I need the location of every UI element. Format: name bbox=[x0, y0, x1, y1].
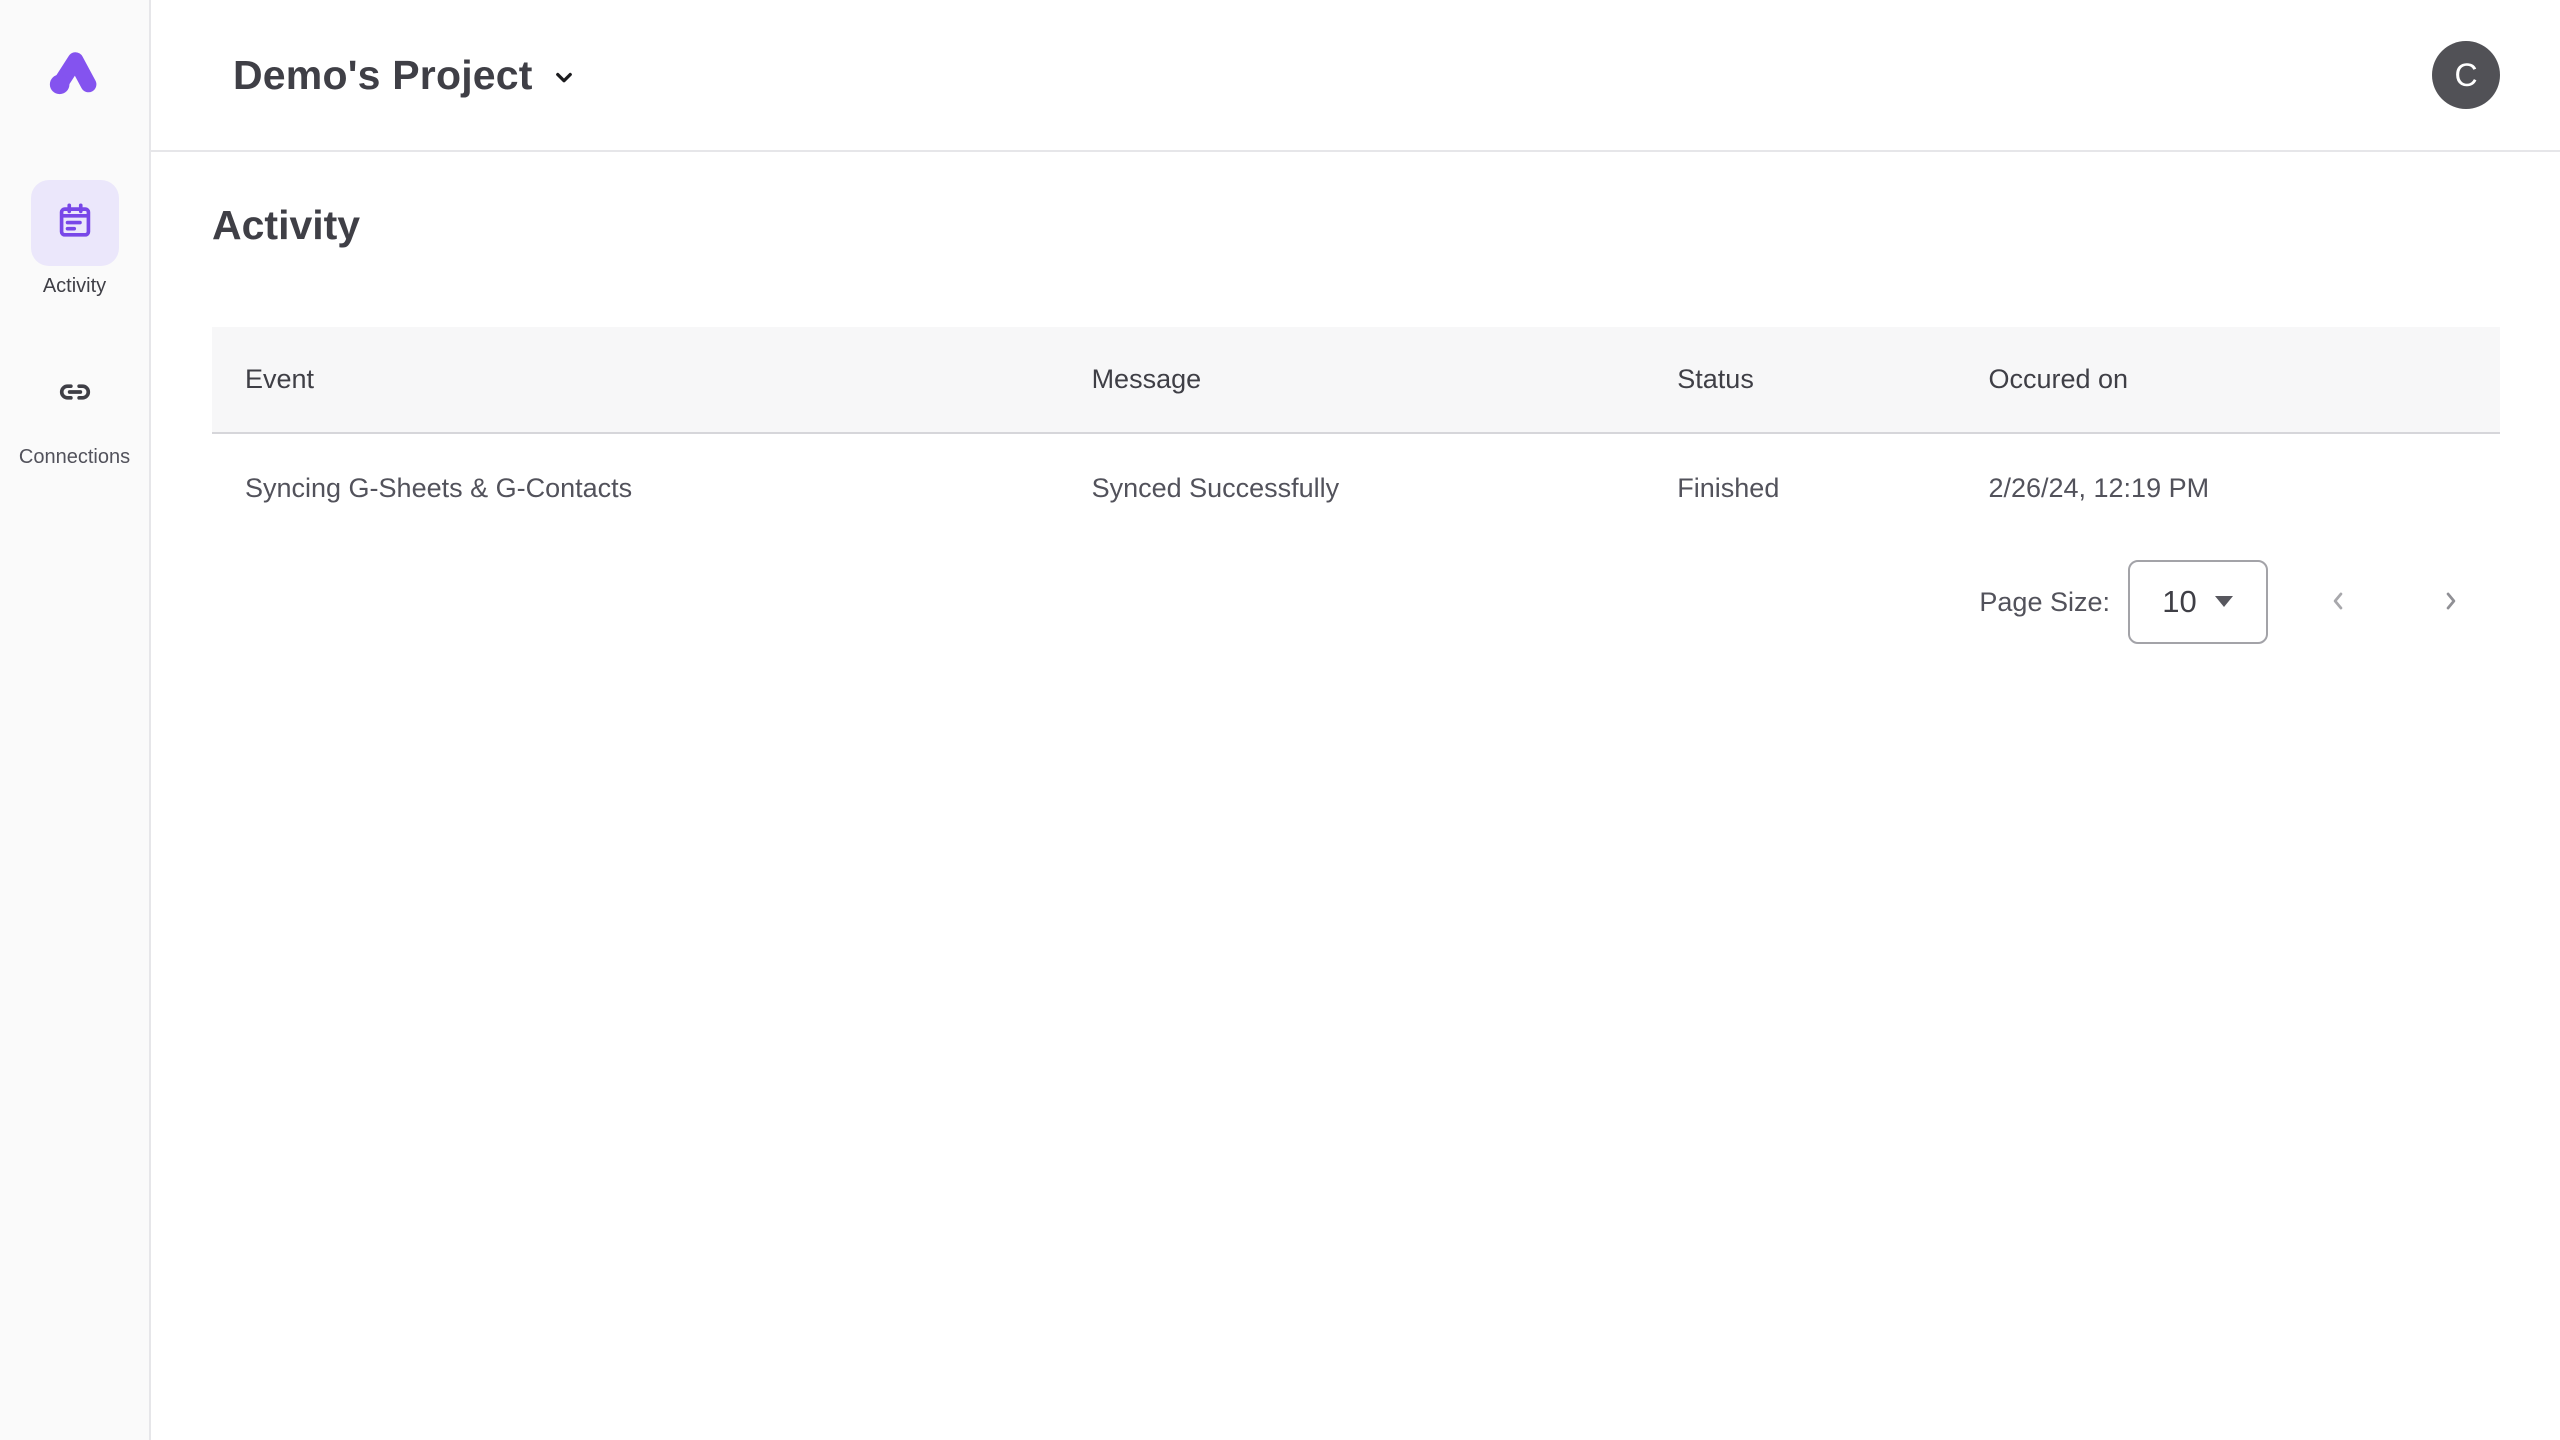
sidebar: Activity Connections bbox=[0, 0, 151, 1440]
column-header-message: Message bbox=[1059, 327, 1645, 433]
page-size-value: 10 bbox=[2162, 584, 2196, 620]
page-title: Activity bbox=[212, 202, 2500, 249]
chevron-down-icon bbox=[549, 62, 579, 97]
table-row: Syncing G-Sheets & G-Contacts Synced Suc… bbox=[212, 433, 2500, 543]
sidebar-item-activity[interactable]: Activity bbox=[31, 180, 119, 298]
avatar-initial: C bbox=[2454, 57, 2477, 94]
link-icon bbox=[56, 373, 94, 416]
connections-tile bbox=[31, 351, 119, 437]
user-avatar[interactable]: C bbox=[2432, 41, 2500, 109]
calendar-icon bbox=[52, 198, 98, 249]
project-title: Demo's Project bbox=[233, 52, 533, 99]
previous-page-button[interactable] bbox=[2314, 578, 2362, 626]
caret-down-icon bbox=[2214, 595, 2234, 613]
app-root: Activity Connections De bbox=[0, 0, 2560, 1440]
activity-tile bbox=[31, 180, 119, 266]
top-header: Demo's Project C bbox=[151, 0, 2560, 152]
page-size-label: Page Size: bbox=[1979, 587, 2110, 618]
pagination-bar: Page Size: 10 bbox=[212, 559, 2500, 645]
cell-message: Synced Successfully bbox=[1059, 433, 1645, 543]
sidebar-item-label: Connections bbox=[19, 446, 130, 469]
chevron-right-icon bbox=[2437, 587, 2465, 618]
column-header-occurred-on: Occured on bbox=[1955, 327, 2500, 433]
sidebar-item-connections[interactable]: Connections bbox=[19, 351, 130, 469]
sidebar-item-label: Activity bbox=[43, 275, 106, 298]
cell-occurred-on: 2/26/24, 12:19 PM bbox=[1955, 433, 2500, 543]
column-header-status: Status bbox=[1644, 327, 1955, 433]
page-size-select[interactable]: 10 bbox=[2128, 560, 2268, 644]
cell-status: Finished bbox=[1644, 433, 1955, 543]
brand-logo-icon bbox=[45, 42, 105, 96]
table-header: Event Message Status Occured on bbox=[212, 327, 2500, 433]
chevron-left-icon bbox=[2324, 587, 2352, 618]
sidebar-nav: Activity Connections bbox=[19, 180, 130, 469]
column-header-event: Event bbox=[212, 327, 1059, 433]
page-content: Activity Event Message Status Occured on… bbox=[151, 152, 2560, 645]
cell-event: Syncing G-Sheets & G-Contacts bbox=[212, 433, 1059, 543]
project-switcher[interactable]: Demo's Project bbox=[233, 52, 579, 99]
main-column: Demo's Project C Activity bbox=[151, 0, 2560, 1440]
next-page-button[interactable] bbox=[2427, 578, 2475, 626]
activity-table: Event Message Status Occured on Syncing … bbox=[212, 327, 2500, 543]
